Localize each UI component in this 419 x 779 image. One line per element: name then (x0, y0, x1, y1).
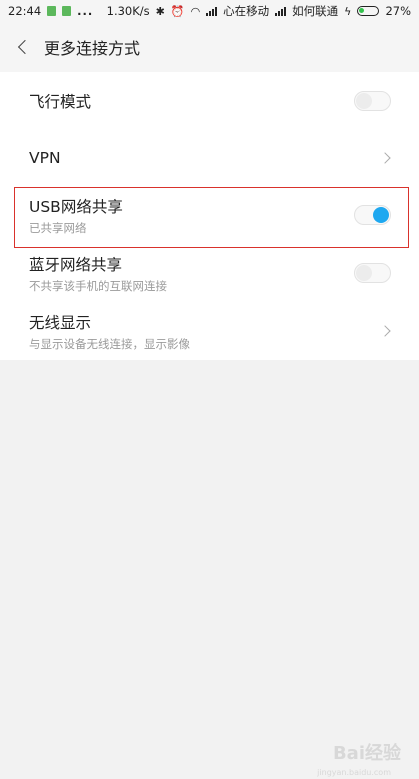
usb-tethering-toggle[interactable] (354, 205, 391, 225)
row-text: 飞行模式 (29, 90, 354, 112)
row-subtitle: 已共享网络 (29, 220, 87, 235)
toggle-knob (373, 207, 389, 223)
settings-list: 飞行模式 VPN USB网络共享 已共享网络 蓝牙网络共享 不共享该手机的互联网… (0, 72, 419, 360)
row-airplane-mode[interactable]: 飞行模式 (0, 72, 419, 129)
chevron-right-icon (379, 325, 391, 337)
status-left: 22:44 ... (8, 4, 93, 18)
row-text: VPN (29, 149, 381, 167)
row-label: VPN (29, 148, 61, 167)
battery-fill (359, 8, 365, 13)
network-speed: 1.30K/s (106, 4, 150, 18)
toggle-knob (356, 92, 372, 109)
watermark-logo: Bai经验 (332, 743, 401, 764)
back-arrow-icon (17, 39, 33, 55)
row-label: USB网络共享 (29, 197, 123, 216)
chevron-right-icon (379, 151, 391, 164)
row-subtitle: 不共享该手机的互联网连接 (29, 278, 167, 293)
row-text: USB网络共享 已共享网络 (29, 195, 354, 236)
airplane-mode-toggle[interactable] (354, 90, 391, 111)
watermark-url: jingyan.baidu.com (317, 768, 391, 777)
row-vpn[interactable]: VPN (0, 129, 419, 186)
signal-icon (206, 6, 218, 16)
row-label: 无线显示 (29, 313, 92, 332)
carrier-1: 心在移动 (223, 4, 270, 18)
row-bluetooth-tethering[interactable]: 蓝牙网络共享 不共享该手机的互联网连接 (0, 244, 419, 302)
row-text: 蓝牙网络共享 不共享该手机的互联网连接 (29, 253, 354, 294)
status-time: 22:44 (8, 4, 42, 18)
bluetooth-tethering-toggle[interactable] (354, 263, 391, 283)
row-label: 飞行模式 (29, 92, 92, 111)
bluetooth-icon: ✱ (155, 4, 165, 18)
back-button[interactable] (0, 22, 44, 72)
row-usb-tethering[interactable]: USB网络共享 已共享网络 (0, 186, 419, 244)
status-right: 1.30K/s ✱ ⏰ ◠ 心在移动 如何联通 ϟ 27% (107, 3, 411, 19)
page-title: 更多连接方式 (44, 39, 141, 58)
notification-icon-2 (62, 6, 72, 16)
wifi-icon: ◠ (190, 4, 201, 18)
battery-percent: 27% (385, 4, 411, 18)
notification-icon (47, 6, 57, 16)
header: 更多连接方式 (0, 22, 419, 72)
battery-icon (357, 6, 380, 16)
row-text: 无线显示 与显示设备无线连接，显示影像 (29, 311, 381, 352)
row-subtitle: 与显示设备无线连接，显示影像 (29, 336, 190, 351)
status-bar: 22:44 ... 1.30K/s ✱ ⏰ ◠ 心在移动 如何联通 ϟ 27% (0, 0, 419, 22)
carrier-2: 如何联通 (292, 4, 339, 18)
screen: 22:44 ... 1.30K/s ✱ ⏰ ◠ 心在移动 如何联通 ϟ 27% (0, 0, 419, 779)
row-wireless-display[interactable]: 无线显示 与显示设备无线连接，显示影像 (0, 302, 419, 360)
signal-icon-2 (275, 6, 287, 16)
more-notifications-icon: ... (77, 4, 94, 18)
charging-icon: ϟ (344, 4, 352, 18)
row-label: 蓝牙网络共享 (29, 255, 123, 274)
toggle-knob (356, 265, 372, 281)
alarm-icon: ⏰ (170, 4, 185, 18)
